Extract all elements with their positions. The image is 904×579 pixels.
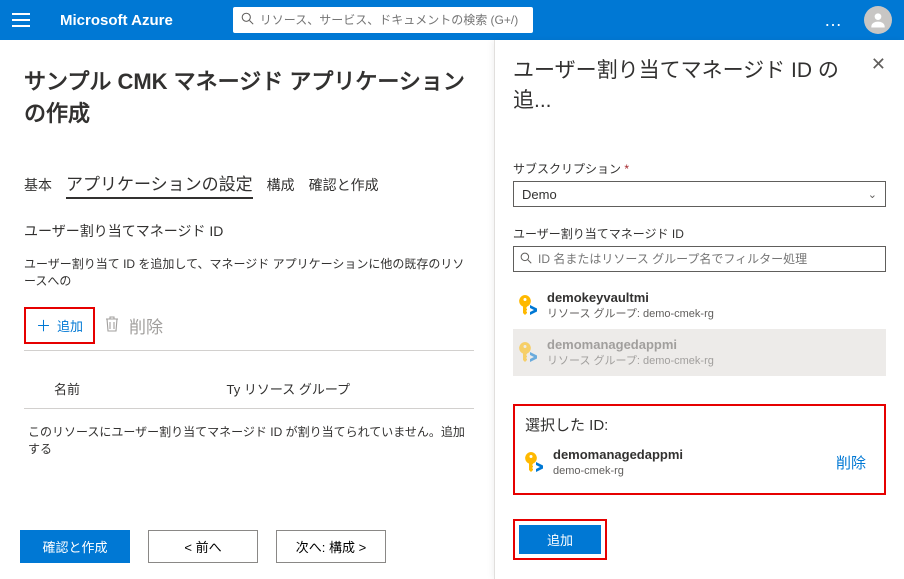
brand-label: Microsoft Azure bbox=[60, 12, 173, 29]
mi-name: demomanagedappmi bbox=[547, 337, 714, 354]
mi-rg: リソース グループ: demo-cmek-rg bbox=[547, 354, 714, 368]
mi-label: ユーザー割り当てマネージド ID bbox=[513, 225, 886, 242]
panel-footer-highlight: 追加 bbox=[513, 519, 607, 560]
panel-title: ユーザー割り当てマネージド ID の追... bbox=[513, 54, 871, 114]
top-bar: Microsoft Azure … bbox=[0, 0, 904, 40]
prev-button[interactable]: < 前へ bbox=[148, 530, 258, 563]
selected-id-box: 選択した ID: demomanagedappmi demo-cmek-rg 削… bbox=[513, 404, 886, 494]
page-title: サンプル CMK マネージド アプリケーションの作成 bbox=[24, 64, 474, 128]
subscription-value: Demo bbox=[522, 187, 557, 202]
next-button[interactable]: 次へ: 構成 > bbox=[276, 530, 386, 563]
delete-label: 削除 bbox=[129, 313, 163, 338]
tab-bar: 基本 アプリケーションの設定 構成 確認と作成 bbox=[24, 170, 474, 199]
tab-basic[interactable]: 基本 bbox=[24, 175, 52, 197]
search-icon bbox=[241, 12, 254, 28]
mi-item[interactable]: demomanagedappmi リソース グループ: demo-cmek-rg bbox=[513, 329, 886, 376]
table-empty-message: このリソースにユーザー割り当てマネージド ID が割り当てられていません。追加す… bbox=[24, 409, 474, 471]
tab-app-settings[interactable]: アプリケーションの設定 bbox=[66, 170, 253, 199]
selected-rg: demo-cmek-rg bbox=[553, 464, 683, 478]
col-name: 名前 bbox=[24, 379, 227, 398]
col-rg: Ty リソース グループ bbox=[227, 379, 475, 398]
tab-review[interactable]: 確認と作成 bbox=[309, 175, 379, 197]
review-create-button[interactable]: 確認と作成 bbox=[20, 530, 130, 563]
more-icon[interactable]: … bbox=[824, 10, 844, 31]
global-search[interactable] bbox=[233, 7, 533, 33]
tab-config[interactable]: 構成 bbox=[267, 175, 295, 197]
footer-buttons: 確認と作成 < 前へ 次へ: 構成 > bbox=[20, 530, 386, 563]
chevron-down-icon: ⌄ bbox=[868, 188, 877, 201]
selected-delete-link[interactable]: 削除 bbox=[836, 452, 874, 473]
managed-identity-icon bbox=[525, 452, 543, 474]
add-button[interactable]: ＋ 追加 bbox=[24, 307, 95, 344]
managed-identity-icon bbox=[519, 342, 537, 364]
search-input[interactable] bbox=[260, 13, 525, 27]
user-avatar[interactable] bbox=[864, 6, 892, 34]
section-description: ユーザー割り当て ID を追加して、マネージド アプリケーションに他の既存のリソ… bbox=[24, 255, 474, 289]
filter-box[interactable] bbox=[513, 246, 886, 272]
trash-icon bbox=[105, 316, 119, 336]
subscription-label: サブスクリプション * bbox=[513, 160, 886, 177]
add-label: 追加 bbox=[57, 316, 83, 335]
managed-identity-icon bbox=[519, 295, 537, 317]
filter-search-icon bbox=[520, 252, 532, 267]
filter-input[interactable] bbox=[538, 252, 879, 266]
action-row: ＋ 追加 削除 bbox=[24, 307, 474, 351]
close-icon[interactable]: ✕ bbox=[871, 54, 886, 75]
side-panel: ユーザー割り当てマネージド ID の追... ✕ サブスクリプション * Dem… bbox=[494, 40, 904, 579]
table-header: 名前 Ty リソース グループ bbox=[24, 351, 474, 409]
mi-list: demokeyvaultmi リソース グループ: demo-cmek-rg d… bbox=[513, 282, 886, 376]
panel-add-button[interactable]: 追加 bbox=[519, 525, 601, 554]
selected-title: 選択した ID: bbox=[525, 414, 874, 435]
hamburger-icon[interactable] bbox=[12, 10, 32, 30]
plus-icon: ＋ bbox=[36, 315, 51, 336]
mi-item[interactable]: demokeyvaultmi リソース グループ: demo-cmek-rg bbox=[513, 282, 886, 329]
subscription-select[interactable]: Demo ⌄ bbox=[513, 181, 886, 207]
mi-rg: リソース グループ: demo-cmek-rg bbox=[547, 307, 714, 321]
section-label: ユーザー割り当てマネージド ID bbox=[24, 221, 474, 241]
mi-name: demokeyvaultmi bbox=[547, 290, 714, 307]
main-content: サンプル CMK マネージド アプリケーションの作成 基本 アプリケーションの設… bbox=[0, 40, 494, 579]
selected-name: demomanagedappmi bbox=[553, 447, 683, 464]
